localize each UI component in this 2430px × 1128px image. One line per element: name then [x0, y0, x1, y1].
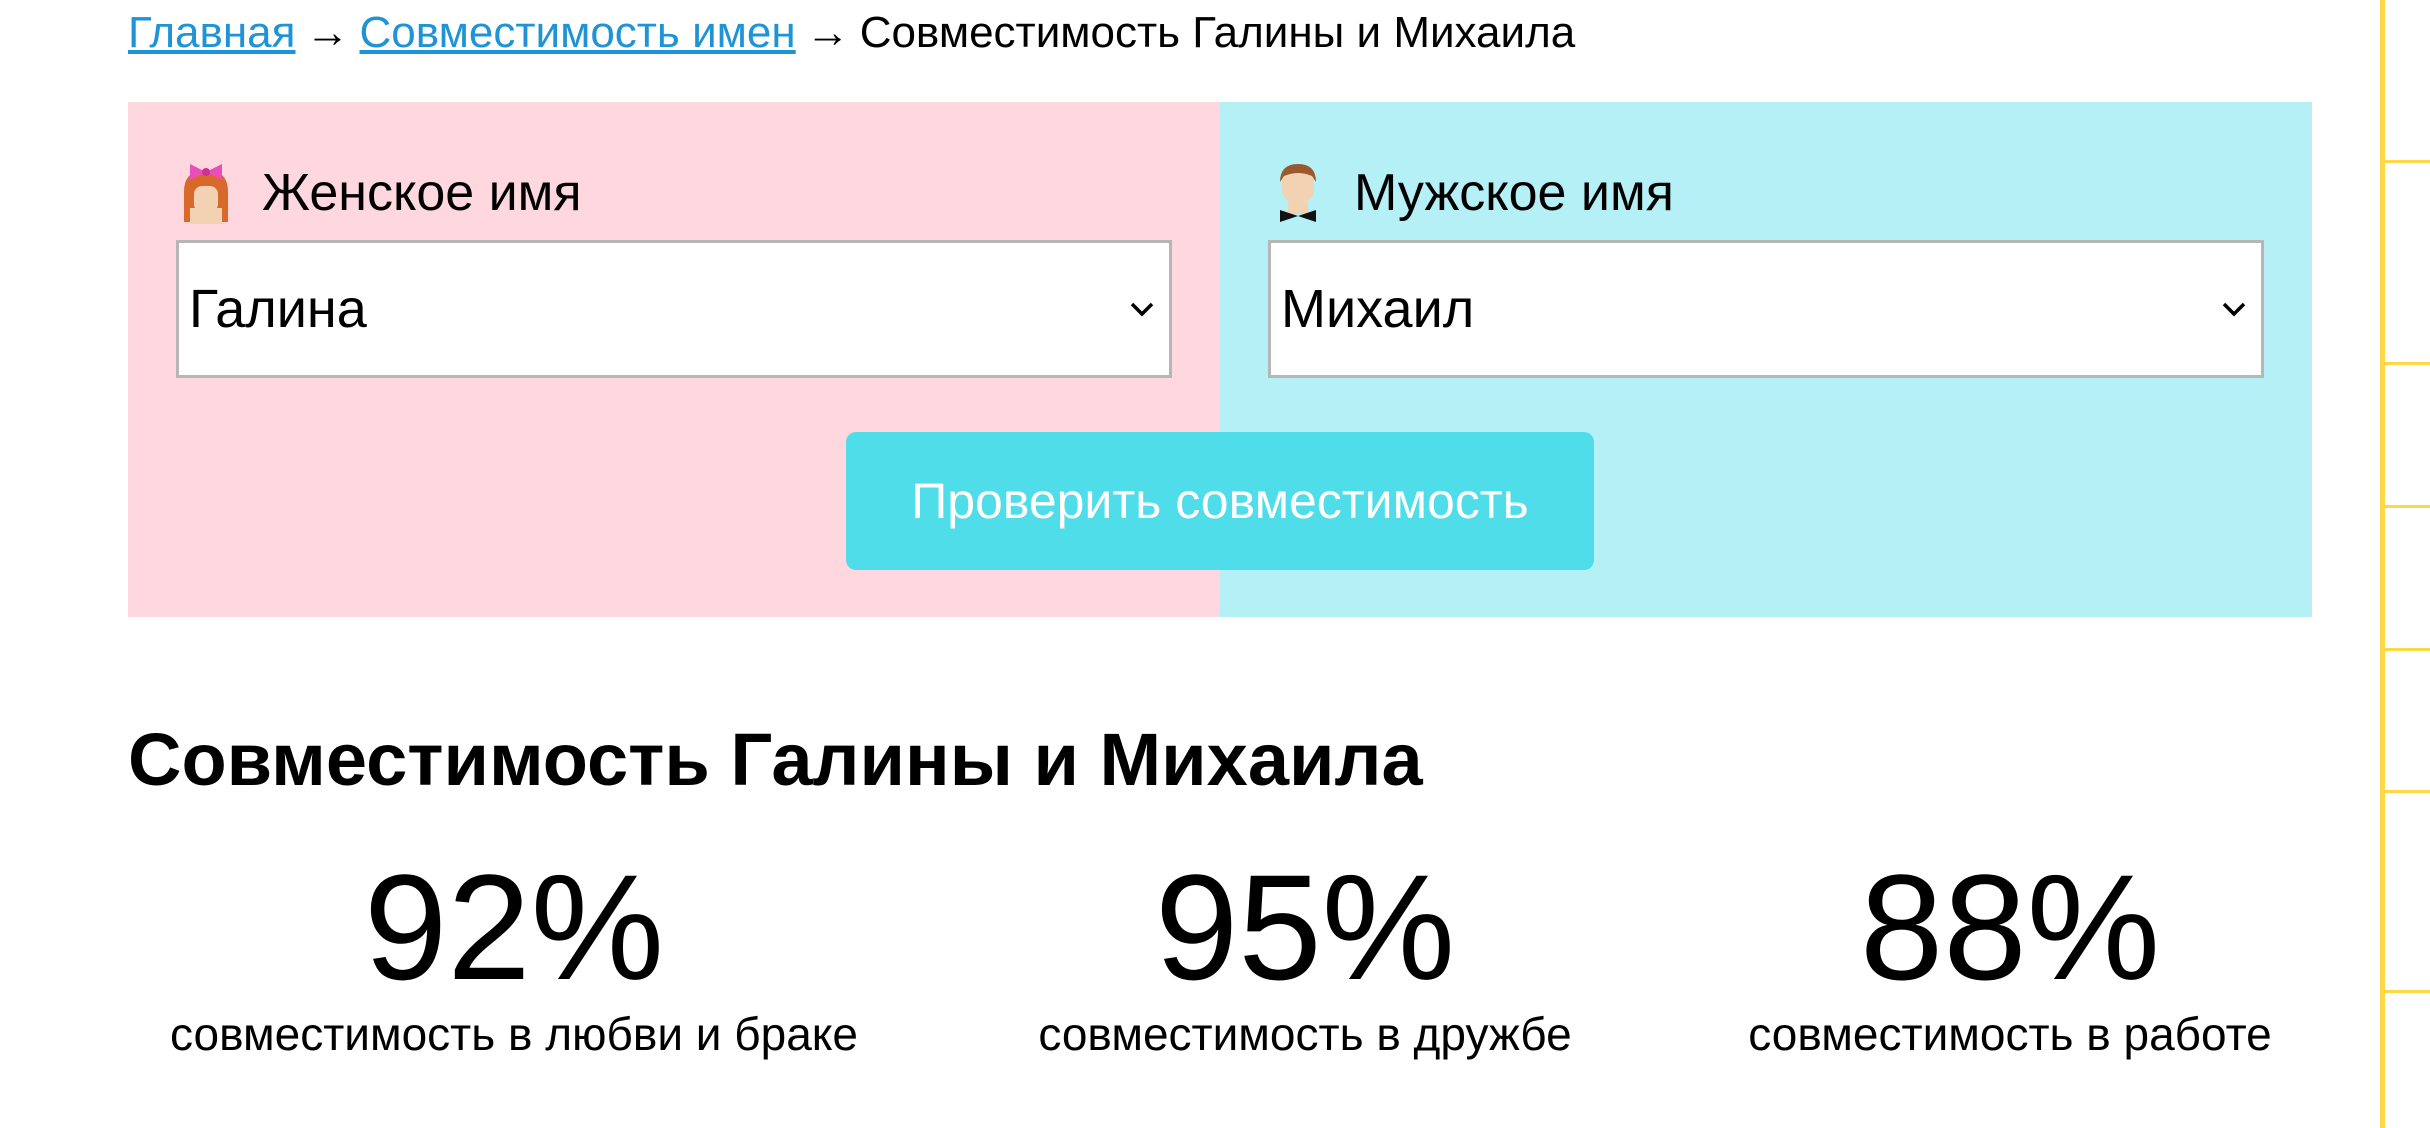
breadcrumb-section-link[interactable]: Совместимость имен [359, 8, 795, 57]
stat-value: 95% [1154, 843, 1456, 1011]
stat-value: 88% [1859, 843, 2161, 1011]
compatibility-form: Женское имя Галина Мужское имя Михаил Пр… [128, 102, 2312, 617]
girl-avatar-icon [184, 164, 228, 224]
sidebar-edge [2380, 0, 2430, 1128]
boy-avatar-icon [1280, 164, 1316, 222]
female-name-value: Галина [189, 279, 367, 339]
breadcrumb-home-link[interactable]: Главная [128, 8, 295, 57]
divider [2385, 362, 2430, 365]
female-name-select[interactable]: Галина [176, 240, 1172, 378]
page-title: Совместимость Галины и Михаила [128, 718, 1423, 801]
love-compatibility-stat: 92% совместимость в любви и браке [134, 852, 894, 1062]
male-name-value: Михаил [1281, 279, 1475, 339]
breadcrumb-separator: → [805, 8, 850, 57]
breadcrumb-separator: → [305, 8, 350, 57]
divider [2385, 990, 2430, 993]
male-name-select[interactable]: Михаил [1268, 240, 2264, 378]
breadcrumb-current: Совместимость Галины и Михаила [859, 8, 1576, 57]
chevron-down-icon [2222, 302, 2246, 317]
check-compatibility-button[interactable]: Проверить совместимость [846, 432, 1594, 570]
stat-caption: совместимость в дружбе [1038, 1008, 1572, 1060]
chevron-down-icon [1130, 302, 1154, 317]
divider [2385, 505, 2430, 508]
friendship-compatibility-stat: 95% совместимость в дружбе [925, 852, 1685, 1062]
work-compatibility-stat: 88% совместимость в работе [1630, 852, 2390, 1062]
male-name-label: Мужское имя [1268, 158, 1674, 228]
breadcrumb: Главная → Совместимость имен → Совместимость… [128, 4, 1575, 62]
stat-value: 92% [363, 843, 665, 1011]
female-name-label: Женское имя [176, 158, 582, 228]
divider [2385, 160, 2430, 163]
page: Главная → Совместимость имен → Совместимость… [0, 0, 2430, 1128]
divider [2385, 648, 2430, 651]
stat-caption: совместимость в любви и браке [169, 1008, 859, 1060]
stat-caption: совместимость в работе [1748, 1008, 2272, 1060]
divider [2385, 790, 2430, 793]
